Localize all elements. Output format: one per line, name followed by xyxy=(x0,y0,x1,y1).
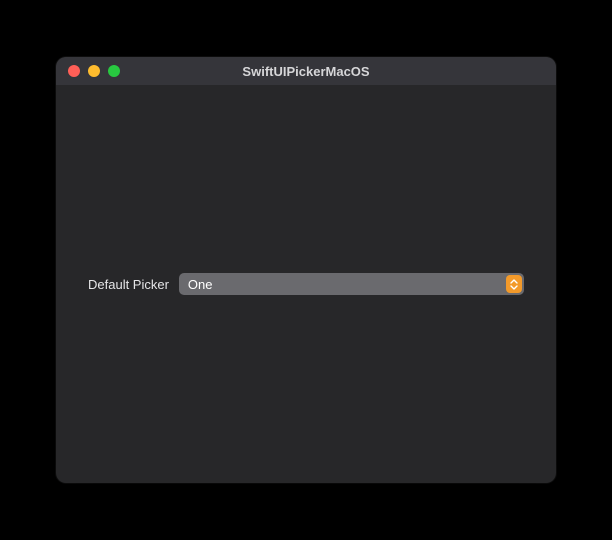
minimize-button[interactable] xyxy=(88,65,100,77)
titlebar: SwiftUIPickerMacOS xyxy=(56,57,556,85)
chevron-up-down-icon xyxy=(506,275,522,293)
picker-label: Default Picker xyxy=(88,277,169,292)
close-button[interactable] xyxy=(68,65,80,77)
picker-row: Default Picker One xyxy=(88,273,524,295)
default-picker[interactable]: One xyxy=(179,273,524,295)
window-title: SwiftUIPickerMacOS xyxy=(56,64,556,79)
traffic-lights xyxy=(56,65,120,77)
picker-selected-value: One xyxy=(179,278,213,291)
app-window: SwiftUIPickerMacOS Default Picker One xyxy=(56,57,556,483)
maximize-button[interactable] xyxy=(108,65,120,77)
window-content: Default Picker One xyxy=(56,85,556,483)
